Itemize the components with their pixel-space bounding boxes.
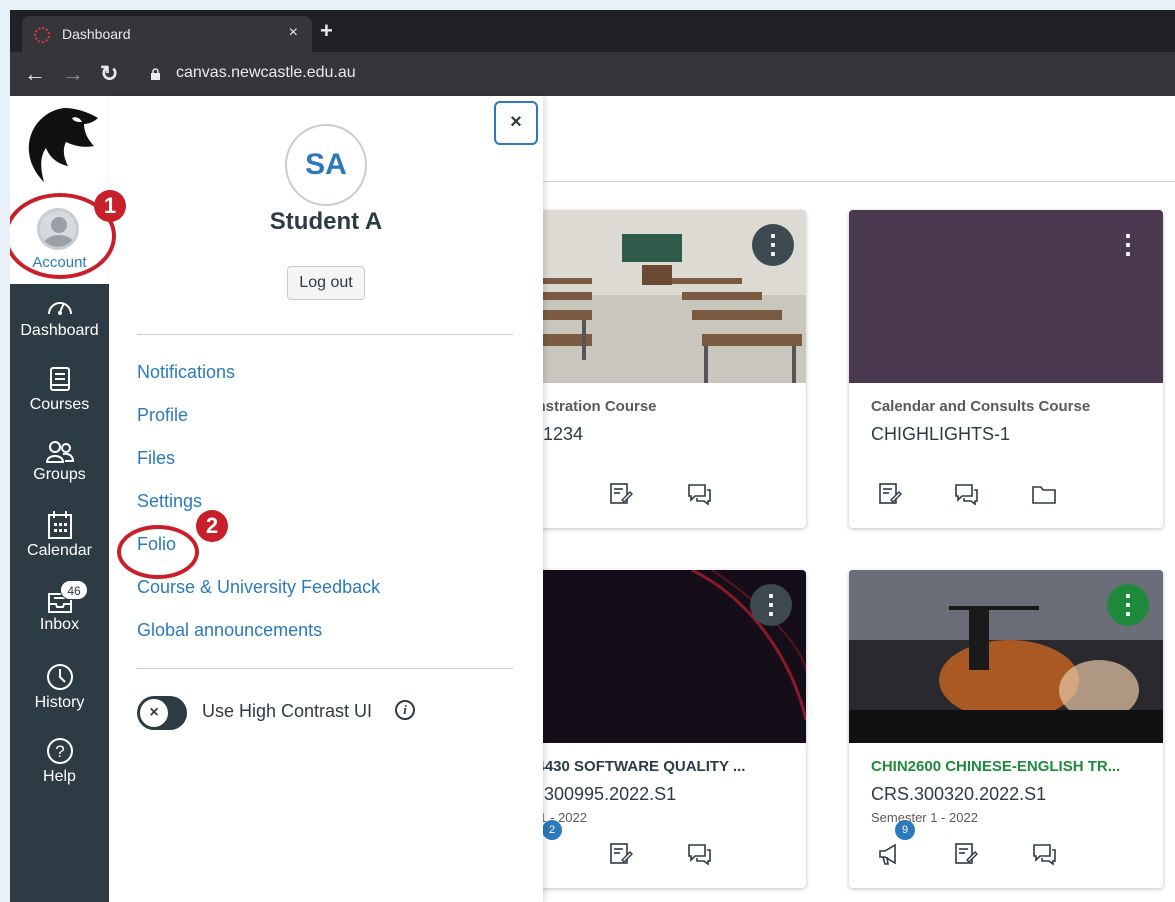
nav-label-calendar: Calendar: [27, 542, 92, 559]
close-tray-button[interactable]: ×: [494, 101, 538, 145]
help-icon: ?: [46, 738, 73, 764]
link-files[interactable]: Files: [137, 448, 175, 469]
files-folder-icon[interactable]: [1031, 482, 1057, 506]
back-icon[interactable]: ←: [24, 61, 46, 87]
url-input[interactable]: canvas.newcastle.edu.au: [176, 64, 356, 82]
svg-text:?: ?: [55, 742, 64, 761]
nav-item-groups[interactable]: Groups: [10, 440, 109, 484]
high-contrast-toggle[interactable]: ×: [137, 696, 187, 730]
nav-label-history: History: [34, 694, 85, 711]
card-options-button[interactable]: ⋮: [752, 224, 794, 266]
assignments-icon[interactable]: [877, 482, 903, 506]
announcements-icon[interactable]: [877, 842, 903, 866]
user-avatar: SA: [285, 124, 367, 206]
unread-count-badge: 2: [542, 820, 562, 840]
calendar-icon: [47, 511, 72, 539]
account-tray: × SA Student A Log out Notifications Pro…: [109, 96, 543, 902]
canvas-favicon-icon: [34, 27, 50, 43]
nav-item-inbox[interactable]: 46 Inbox: [10, 580, 109, 634]
reload-icon[interactable]: ↻: [100, 61, 118, 87]
info-icon[interactable]: i: [395, 700, 415, 720]
course-title[interactable]: Calendar and Consults Course: [871, 398, 1090, 415]
course-card[interactable]: ⋮ CHIN2600 CHINESE-ENGLISH TR... CRS.300…: [849, 570, 1163, 888]
tab-bar: Dashboard × +: [10, 10, 1175, 52]
discussions-icon[interactable]: [686, 482, 712, 506]
nav-item-history[interactable]: History: [10, 662, 109, 712]
link-course-feedback[interactable]: Course & University Feedback: [137, 577, 380, 598]
card-options-button[interactable]: ⋮: [1107, 224, 1149, 266]
nav-item-courses[interactable]: Courses: [10, 366, 109, 414]
nav-item-calendar[interactable]: Calendar: [10, 510, 109, 560]
new-tab-button[interactable]: +: [320, 18, 333, 44]
nav-label-groups: Groups: [33, 466, 86, 483]
high-contrast-label: Use High Contrast UI: [202, 701, 373, 721]
discussions-icon[interactable]: [953, 482, 979, 506]
course-title[interactable]: NG4430 SOFTWARE QUALITY ...: [514, 758, 745, 775]
inbox-unread-badge: 46: [60, 580, 88, 600]
dashboard-icon: [47, 302, 72, 315]
nav-item-dashboard[interactable]: Dashboard: [10, 294, 109, 340]
divider: [137, 334, 513, 335]
course-code: CHIGHLIGHTS-1: [871, 424, 1011, 444]
annotation-step-1: 1: [94, 190, 126, 222]
address-bar: ← → ↻ canvas.newcastle.edu.au: [10, 52, 1175, 96]
assignments-icon[interactable]: [608, 482, 634, 506]
forward-icon[interactable]: →: [62, 61, 84, 87]
course-card[interactable]: ⋮ Calendar and Consults Course CHIGHLIGH…: [849, 210, 1163, 528]
link-notifications[interactable]: Notifications: [137, 362, 235, 383]
nav-label-help: Help: [43, 768, 76, 785]
tab-title: Dashboard: [62, 26, 131, 42]
nav-item-help[interactable]: ? Help: [10, 736, 109, 786]
page-header-divider: [543, 181, 1175, 182]
logout-button[interactable]: Log out: [287, 266, 365, 300]
link-settings[interactable]: Settings: [137, 491, 202, 512]
assignments-icon[interactable]: [953, 842, 979, 866]
nav-label-courses: Courses: [29, 396, 90, 413]
annotation-ring-folio: [117, 525, 199, 579]
history-icon: [46, 664, 73, 690]
browser-window: Dashboard × + ← → ↻ canvas.newcastle.edu…: [10, 10, 1175, 902]
groups-icon: [45, 441, 74, 463]
university-logo-icon[interactable]: [18, 104, 102, 188]
course-term: Semester 1 - 2022: [871, 810, 978, 825]
divider: [137, 668, 513, 669]
course-code: CRS.300320.2022.S1: [871, 784, 1047, 804]
nav-label-dashboard: Dashboard: [20, 322, 99, 339]
unread-count-badge: 9: [895, 820, 915, 840]
annotation-step-2: 2: [196, 510, 228, 542]
toggle-off-icon: ×: [139, 698, 169, 728]
nav-label-inbox: Inbox: [39, 616, 80, 633]
assignments-icon[interactable]: [608, 842, 634, 866]
card-options-button[interactable]: ⋮: [1107, 584, 1149, 626]
card-options-button[interactable]: ⋮: [750, 584, 792, 626]
browser-tab[interactable]: Dashboard ×: [22, 16, 312, 52]
tab-close-icon[interactable]: ×: [289, 24, 298, 42]
link-global-announcements[interactable]: Global announcements: [137, 620, 322, 641]
discussions-icon[interactable]: [686, 842, 712, 866]
course-title[interactable]: CHIN2600 CHINESE-ENGLISH TR...: [871, 758, 1120, 775]
courses-icon: [49, 367, 70, 391]
discussions-icon[interactable]: [1031, 842, 1057, 866]
link-profile[interactable]: Profile: [137, 405, 188, 426]
lock-icon: [151, 68, 160, 80]
user-name: Student A: [269, 208, 383, 235]
